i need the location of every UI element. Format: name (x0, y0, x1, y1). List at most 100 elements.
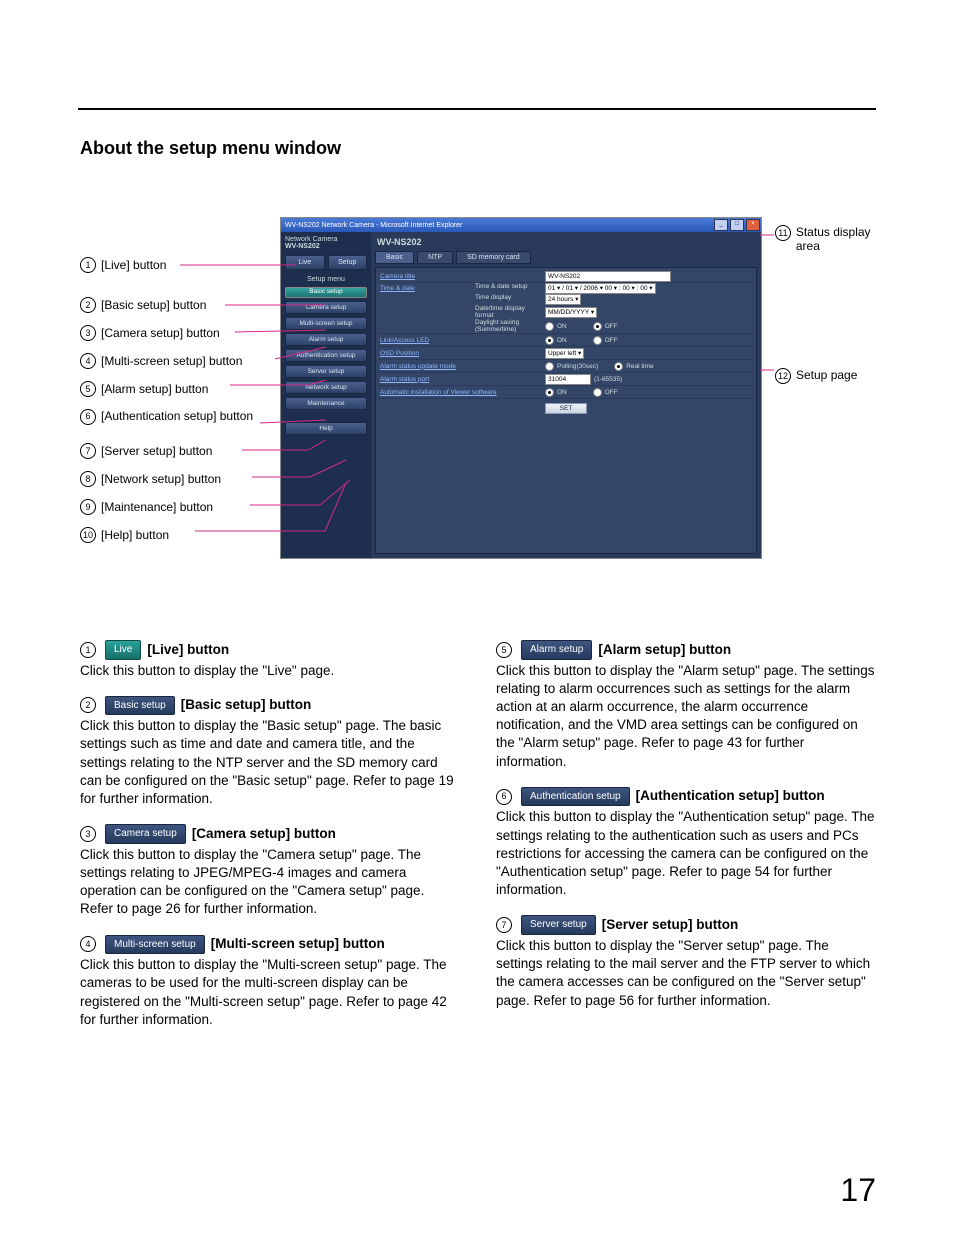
callout-label: [Network setup] button (101, 472, 221, 486)
osd-select[interactable]: Upper left ▾ (545, 348, 584, 359)
item-title: [Live] button (147, 641, 229, 659)
circled-5: 5 (80, 381, 96, 397)
top-rule (78, 108, 876, 110)
col-left: 1 Live [Live] button Click this button to… (80, 640, 460, 1045)
circled-9: 9 (80, 499, 96, 515)
led-on-radio[interactable] (545, 336, 554, 345)
callout-label: [Help] button (101, 528, 169, 542)
item-body: Click this button to display the "Live" … (80, 662, 460, 680)
sidebar: Network CameraWV-NS202 Live Setup Setup … (281, 232, 371, 558)
page-number: 17 (840, 1172, 876, 1209)
callout-label: [Alarm setup] button (101, 382, 208, 396)
circled-8: 8 (80, 471, 96, 487)
pill-server: Server setup (521, 915, 596, 935)
circled-5: 5 (496, 642, 512, 658)
sidebar-item-auth[interactable]: Authentication setup (285, 349, 367, 362)
item-body: Click this button to display the "Multi-… (80, 956, 460, 1029)
item-body: Click this button to display the "Alarm … (496, 662, 876, 771)
pill-camera: Camera setup (105, 824, 186, 844)
tab-basic[interactable]: Basic (375, 251, 414, 264)
callout-label: [Live] button (101, 258, 166, 272)
circled-10: 10 (80, 527, 96, 543)
dst-on-radio[interactable] (545, 322, 554, 331)
realtime-radio[interactable] (614, 362, 623, 371)
item-body: Click this button to display the "Authen… (496, 808, 876, 899)
item-title: [Authentication setup] button (636, 787, 825, 805)
sidebar-item-multi[interactable]: Multi-screen setup (285, 317, 367, 330)
pill-basic: Basic setup (105, 696, 175, 716)
callout-label: [Multi-screen setup] button (101, 354, 242, 368)
callout-label: [Camera setup] button (101, 326, 220, 340)
circled-2: 2 (80, 697, 96, 713)
window-title: WV-NS202 Network Camera - Microsoft Inte… (285, 222, 462, 229)
pill-alarm: Alarm setup (521, 640, 592, 660)
item-title: [Alarm setup] button (598, 641, 731, 659)
row-osd: OSD Position (378, 350, 475, 357)
ie-window: WV-NS202 Network Camera - Microsoft Inte… (280, 217, 762, 559)
sidebar-item-camera[interactable]: Camera setup (285, 301, 367, 314)
callout-label: Setup page (796, 368, 857, 382)
circled-12: 12 (775, 368, 791, 384)
pill-auth: Authentication setup (521, 787, 630, 807)
sidebar-item-server[interactable]: Server setup (285, 365, 367, 378)
live-button[interactable]: Live (285, 255, 325, 270)
item-title: [Basic setup] button (181, 696, 312, 714)
item-body: Click this button to display the "Basic … (80, 717, 460, 808)
circled-6: 6 (496, 789, 512, 805)
date-selects[interactable]: 01 ▾ / 01 ▾ / 2006 ▾ 00 ▾ : 00 ▾ : 00 ▾ (545, 283, 656, 294)
item-title: [Server setup] button (602, 916, 739, 934)
section-heading: About the setup menu window (80, 138, 341, 159)
sidebar-item-alarm[interactable]: Alarm setup (285, 333, 367, 346)
auto-on-radio[interactable] (545, 388, 554, 397)
circled-6: 6 (80, 409, 96, 425)
callout-label: Status display area (796, 225, 875, 253)
minimize-icon[interactable]: _ (714, 219, 728, 231)
page: About the setup menu window 1 [Live] butt… (0, 0, 954, 1237)
descriptions: 1 Live [Live] button Click this button to… (80, 640, 876, 1045)
circled-3: 3 (80, 325, 96, 341)
circled-7: 7 (80, 443, 96, 459)
page-title: WV-NS202 (377, 237, 757, 247)
sidebar-item-help[interactable]: Help (285, 422, 367, 435)
time-display-select[interactable]: 24 hours ▾ (545, 294, 581, 305)
callouts-left: 1 [Live] button 2 [Basic setup] button 3 [C… (80, 257, 290, 543)
circled-11: 11 (775, 225, 791, 241)
dst-off-radio[interactable] (593, 322, 602, 331)
circled-1: 1 (80, 642, 96, 658)
tab-ntp[interactable]: NTP (417, 251, 453, 264)
window-titlebar: WV-NS202 Network Camera - Microsoft Inte… (281, 218, 761, 232)
row-time-date: Time & date (378, 283, 475, 333)
close-icon[interactable]: × (746, 219, 760, 231)
settings-panel: Camera titleWV-NS202 Time & date Time & … (375, 267, 757, 554)
tab-sd[interactable]: SD memory card (456, 251, 531, 264)
callout-label: [Authentication setup] button (101, 410, 253, 423)
item-body: Click this button to display the "Server… (496, 937, 876, 1010)
callout-label: [Basic setup] button (101, 298, 206, 312)
col-right: 5 Alarm setup [Alarm setup] button Click … (496, 640, 876, 1045)
polling-radio[interactable] (545, 362, 554, 371)
sidebar-item-maintenance[interactable]: Maintenance (285, 397, 367, 410)
item-body: Click this button to display the "Camera… (80, 846, 460, 919)
auto-off-radio[interactable] (593, 388, 602, 397)
alarm-port-input[interactable]: 31004 (545, 374, 591, 385)
circled-2: 2 (80, 297, 96, 313)
row-alarm-port: Alarm status port (378, 376, 475, 383)
setup-button[interactable]: Setup (328, 255, 368, 270)
pill-live: Live (105, 640, 141, 660)
set-button[interactable]: SET (545, 403, 587, 414)
sidebar-header: Setup menu (285, 276, 367, 283)
sidebar-item-basic[interactable]: Basic setup (285, 287, 367, 298)
row-alarm-mode: Alarm status update mode (378, 363, 475, 370)
date-format-select[interactable]: MM/DD/YYYY ▾ (545, 307, 597, 318)
maximize-icon[interactable]: □ (730, 219, 744, 231)
pill-multi: Multi-screen setup (105, 935, 205, 955)
camera-title-input[interactable]: WV-NS202 (545, 271, 671, 282)
window-buttons: _ □ × (713, 218, 761, 232)
circled-7: 7 (496, 917, 512, 933)
item-title: [Camera setup] button (192, 825, 336, 843)
circled-1: 1 (80, 257, 96, 273)
main-panel: WV-NS202 Basic NTP SD memory card Camera… (371, 232, 761, 558)
sidebar-item-network[interactable]: Network setup (285, 381, 367, 394)
callout-label: [Maintenance] button (101, 500, 213, 514)
led-off-radio[interactable] (593, 336, 602, 345)
